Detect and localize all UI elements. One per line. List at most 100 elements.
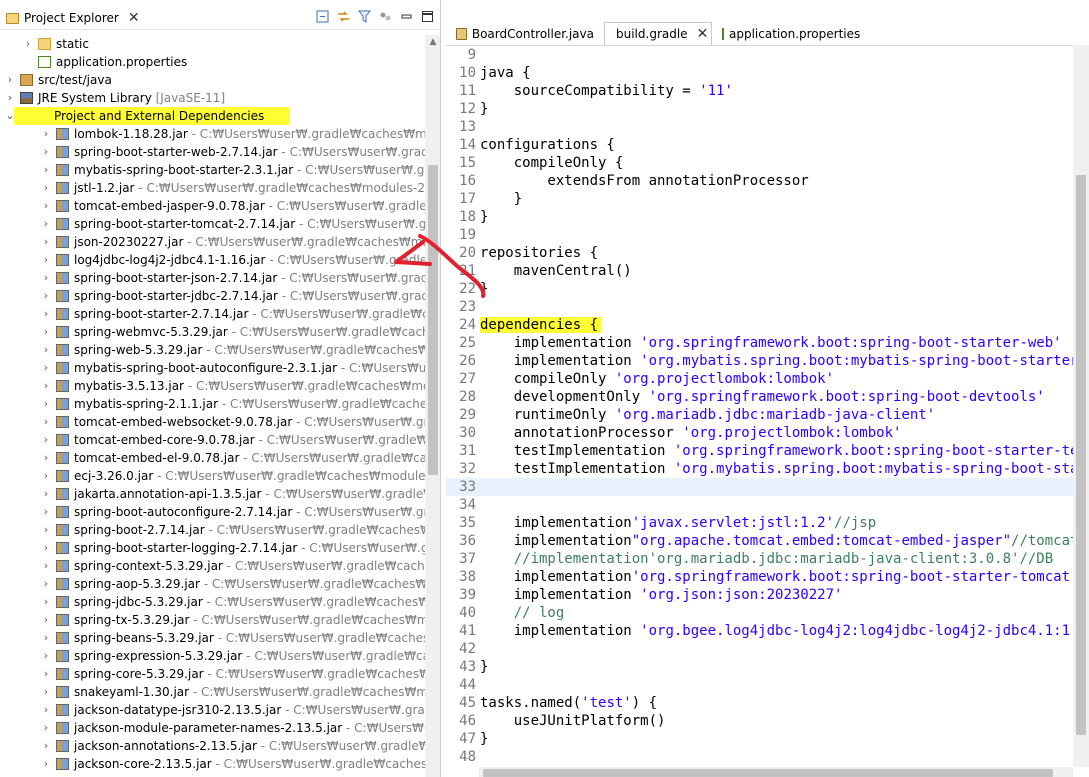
jar-item[interactable]: › ecj-3.26.0.jar - C:₩Users₩user₩.gradle₩… — [0, 467, 425, 485]
code-line[interactable]: 9 — [446, 46, 1073, 64]
chevron-right-icon[interactable]: › — [40, 287, 52, 305]
jar-item[interactable]: › spring-jdbc-5.3.29.jar - C:₩Users₩user₩… — [0, 593, 425, 611]
tree-item[interactable]: › JRE System Library [JavaSE-11] — [0, 89, 425, 107]
jar-item[interactable]: › mybatis-spring-boot-autoconfigure-2.3.1… — [0, 359, 425, 377]
jar-item[interactable]: › json-20230227.jar - C:₩Users₩user₩.grad… — [0, 233, 425, 251]
explorer-scroll-thumb[interactable] — [428, 165, 438, 475]
jar-item[interactable]: › jackson-module-parameter-names-2.13.5.j… — [0, 719, 425, 737]
code-line[interactable]: 23 — [446, 298, 1073, 316]
close-icon[interactable]: ✕ — [697, 26, 709, 42]
chevron-right-icon[interactable]: › — [40, 557, 52, 575]
scroll-up-icon[interactable]: ▲ — [425, 37, 440, 47]
chevron-right-icon[interactable]: › — [40, 611, 52, 629]
code-line[interactable]: 20 repositories { — [446, 244, 1073, 262]
chevron-right-icon[interactable]: › — [40, 305, 52, 323]
jar-item[interactable]: › log4jdbc-log4j2-jdbc4.1-1.16.jar - C:₩U… — [0, 251, 425, 269]
chevron-right-icon[interactable]: › — [40, 629, 52, 647]
code-line[interactable]: 40 // log — [446, 604, 1073, 622]
filter-icon[interactable] — [357, 9, 372, 24]
chevron-right-icon[interactable]: › — [40, 665, 52, 683]
code-line[interactable]: 31 testImplementation 'org.springframewo… — [446, 442, 1073, 460]
chevron-right-icon[interactable]: › — [40, 485, 52, 503]
chevron-right-icon[interactable]: › — [40, 215, 52, 233]
code-line[interactable]: 18} — [446, 208, 1073, 226]
chevron-right-icon[interactable]: › — [40, 683, 52, 701]
code-line[interactable]: 12} — [446, 100, 1073, 118]
chevron-right-icon[interactable]: › — [40, 521, 52, 539]
jar-item[interactable]: › jackson-annotations-2.13.5.jar - C:₩Use… — [0, 737, 425, 755]
jar-item[interactable]: › spring-boot-starter-logging-2.7.14.jar … — [0, 539, 425, 557]
jar-item[interactable]: › mybatis-spring-boot-starter-2.3.1.jar -… — [0, 161, 425, 179]
chevron-right-icon[interactable]: › — [40, 701, 52, 719]
jar-item[interactable]: › spring-boot-starter-jdbc-2.7.14.jar - C… — [0, 287, 425, 305]
maximize-icon[interactable] — [420, 9, 435, 24]
code-editor[interactable]: 9 10 java {11 sourceCompatibility = '11' 12… — [446, 45, 1073, 767]
editor-tab-application-properties[interactable]: application.properties — [716, 22, 866, 45]
chevron-right-icon[interactable]: › — [40, 143, 52, 161]
code-line[interactable]: 13 — [446, 118, 1073, 136]
jar-item[interactable]: › spring-webmvc-5.3.29.jar - C:₩Users₩use… — [0, 323, 425, 341]
focus-task-icon[interactable] — [378, 9, 393, 24]
editor-horizontal-scroll-thumb[interactable] — [483, 769, 1053, 777]
code-line[interactable]: 46 useJUnitPlatform() — [446, 712, 1073, 730]
jar-item[interactable]: › spring-tx-5.3.29.jar - C:₩Users₩user₩.g… — [0, 611, 425, 629]
editor-tab-build-gradle[interactable]: build.gradle ✕ — [604, 22, 712, 45]
editor-vertical-scrollbar[interactable] — [1073, 45, 1089, 767]
code-line[interactable]: 14 configurations { — [446, 136, 1073, 154]
chevron-right-icon[interactable]: › — [40, 269, 52, 287]
chevron-right-icon[interactable]: › — [40, 719, 52, 737]
chevron-right-icon[interactable]: › — [40, 431, 52, 449]
jar-item[interactable]: › spring-boot-starter-2.7.14.jar - C:₩Use… — [0, 305, 425, 323]
chevron-right-icon[interactable]: › — [40, 323, 52, 341]
chevron-right-icon[interactable]: › — [22, 35, 34, 53]
jar-item[interactable]: › jstl-1.2.jar - C:₩Users₩user₩.gradle₩ca… — [0, 179, 425, 197]
chevron-right-icon[interactable]: › — [40, 647, 52, 665]
jar-item[interactable]: › tomcat-embed-core-9.0.78.jar - C:₩Users… — [0, 431, 425, 449]
tree-item[interactable]: ⌄ Project and External Dependencies — [0, 107, 425, 125]
code-line[interactable]: 17 } — [446, 190, 1073, 208]
jar-item[interactable]: › lombok-1.18.28.jar - C:₩Users₩user₩.gra… — [0, 125, 425, 143]
chevron-right-icon[interactable]: › — [40, 737, 52, 755]
chevron-right-icon[interactable]: › — [40, 539, 52, 557]
chevron-right-icon[interactable]: › — [40, 377, 52, 395]
jar-item[interactable]: › tomcat-embed-jasper-9.0.78.jar - C:₩Use… — [0, 197, 425, 215]
code-line[interactable]: 39 implementation 'org.json:json:2023022… — [446, 586, 1073, 604]
chevron-right-icon[interactable]: › — [40, 449, 52, 467]
jar-item[interactable]: › snakeyaml-1.30.jar - C:₩Users₩user₩.gra… — [0, 683, 425, 701]
jar-item[interactable]: › spring-boot-autoconfigure-2.7.14.jar - … — [0, 503, 425, 521]
code-line[interactable]: 30 annotationProcessor 'org.projectlombo… — [446, 424, 1073, 442]
chevron-right-icon[interactable]: › — [40, 125, 52, 143]
editor-horizontal-scrollbar[interactable] — [479, 767, 1073, 777]
jar-item[interactable]: › spring-beans-5.3.29.jar - C:₩Users₩user… — [0, 629, 425, 647]
chevron-right-icon[interactable]: › — [40, 359, 52, 377]
chevron-right-icon[interactable]: › — [40, 755, 52, 773]
chevron-right-icon[interactable]: › — [40, 467, 52, 485]
explorer-scrollbar[interactable]: ▲ — [425, 35, 440, 777]
tree-item[interactable]: › static — [0, 35, 425, 53]
jar-item[interactable]: › spring-expression-5.3.29.jar - C:₩Users… — [0, 647, 425, 665]
jar-item[interactable]: › spring-boot-starter-tomcat-2.7.14.jar -… — [0, 215, 425, 233]
code-line[interactable]: 15 compileOnly { — [446, 154, 1073, 172]
editor-vertical-scroll-thumb[interactable] — [1076, 175, 1086, 735]
code-line[interactable]: 28 developmentOnly 'org.springframework.… — [446, 388, 1073, 406]
code-line[interactable]: 10 java { — [446, 64, 1073, 82]
code-line[interactable]: 24 dependencies { — [446, 316, 1073, 334]
chevron-right-icon[interactable]: › — [40, 395, 52, 413]
jar-item[interactable]: › tomcat-embed-el-9.0.78.jar - C:₩Users₩u… — [0, 449, 425, 467]
jar-item[interactable]: › jakarta.annotation-api-1.3.5.jar - C:₩U… — [0, 485, 425, 503]
chevron-right-icon[interactable]: › — [40, 503, 52, 521]
chevron-right-icon[interactable]: › — [40, 161, 52, 179]
jar-item[interactable]: › tomcat-embed-websocket-9.0.78.jar - C:₩… — [0, 413, 425, 431]
jar-item[interactable]: › spring-web-5.3.29.jar - C:₩Users₩user₩.… — [0, 341, 425, 359]
code-line[interactable]: 21 mavenCentral() — [446, 262, 1073, 280]
minimize-icon[interactable] — [399, 9, 414, 24]
chevron-right-icon[interactable]: › — [40, 593, 52, 611]
close-icon[interactable]: ✕ — [128, 10, 140, 26]
code-line[interactable]: 29 runtimeOnly 'org.mariadb.jdbc:mariadb… — [446, 406, 1073, 424]
chevron-right-icon[interactable]: › — [40, 233, 52, 251]
jar-item[interactable]: › spring-context-5.3.29.jar - C:₩Users₩us… — [0, 557, 425, 575]
jar-item[interactable]: › spring-core-5.3.29.jar - C:₩Users₩user₩… — [0, 665, 425, 683]
code-line[interactable]: 34 — [446, 496, 1073, 514]
code-line[interactable]: 33 — [446, 478, 1073, 496]
code-line[interactable]: 45 tasks.named('test') { — [446, 694, 1073, 712]
